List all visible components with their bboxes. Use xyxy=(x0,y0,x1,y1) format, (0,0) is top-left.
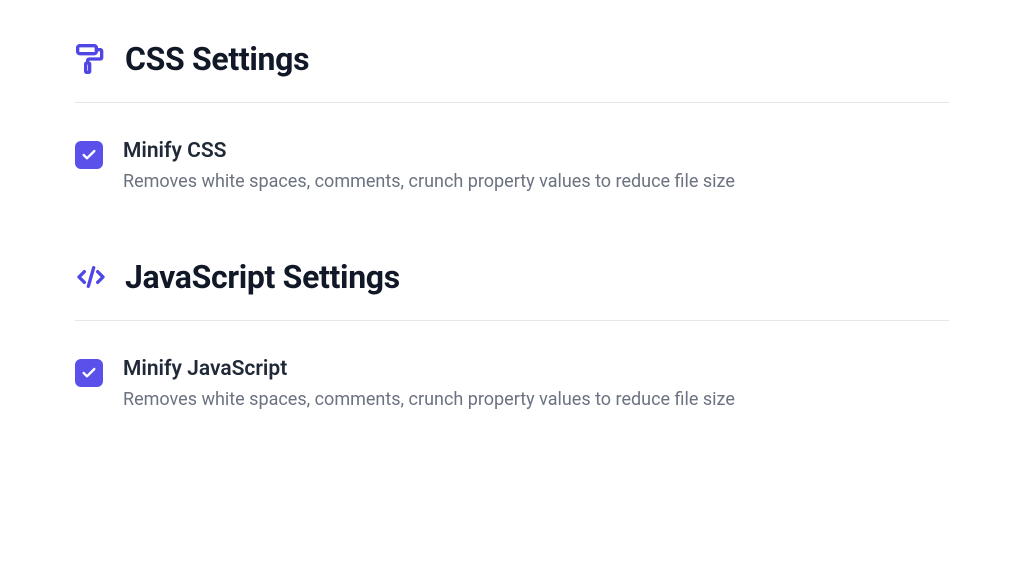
minify-css-content: Minify CSS Removes white spaces, comment… xyxy=(123,139,735,194)
minify-javascript-content: Minify JavaScript Removes white spaces, … xyxy=(123,357,735,412)
checkmark-icon xyxy=(81,365,97,381)
code-icon xyxy=(75,261,107,293)
minify-css-checkbox[interactable] xyxy=(75,141,103,169)
css-settings-section: CSS Settings Minify CSS Removes white sp… xyxy=(75,40,949,198)
checkmark-icon xyxy=(81,147,97,163)
minify-css-setting: Minify CSS Removes white spaces, comment… xyxy=(75,135,949,198)
css-section-title: CSS Settings xyxy=(125,40,309,78)
minify-javascript-description: Removes white spaces, comments, crunch p… xyxy=(123,387,735,412)
minify-css-label: Minify CSS xyxy=(123,139,735,163)
minify-javascript-checkbox[interactable] xyxy=(75,359,103,387)
minify-css-description: Removes white spaces, comments, crunch p… xyxy=(123,169,735,194)
javascript-settings-section: JavaScript Settings Minify JavaScript Re… xyxy=(75,258,949,416)
minify-javascript-setting: Minify JavaScript Removes white spaces, … xyxy=(75,353,949,416)
javascript-settings-header: JavaScript Settings xyxy=(75,258,949,321)
javascript-section-title: JavaScript Settings xyxy=(125,258,400,296)
minify-javascript-label: Minify JavaScript xyxy=(123,357,735,381)
css-settings-header: CSS Settings xyxy=(75,40,949,103)
paint-roller-icon xyxy=(75,43,107,75)
